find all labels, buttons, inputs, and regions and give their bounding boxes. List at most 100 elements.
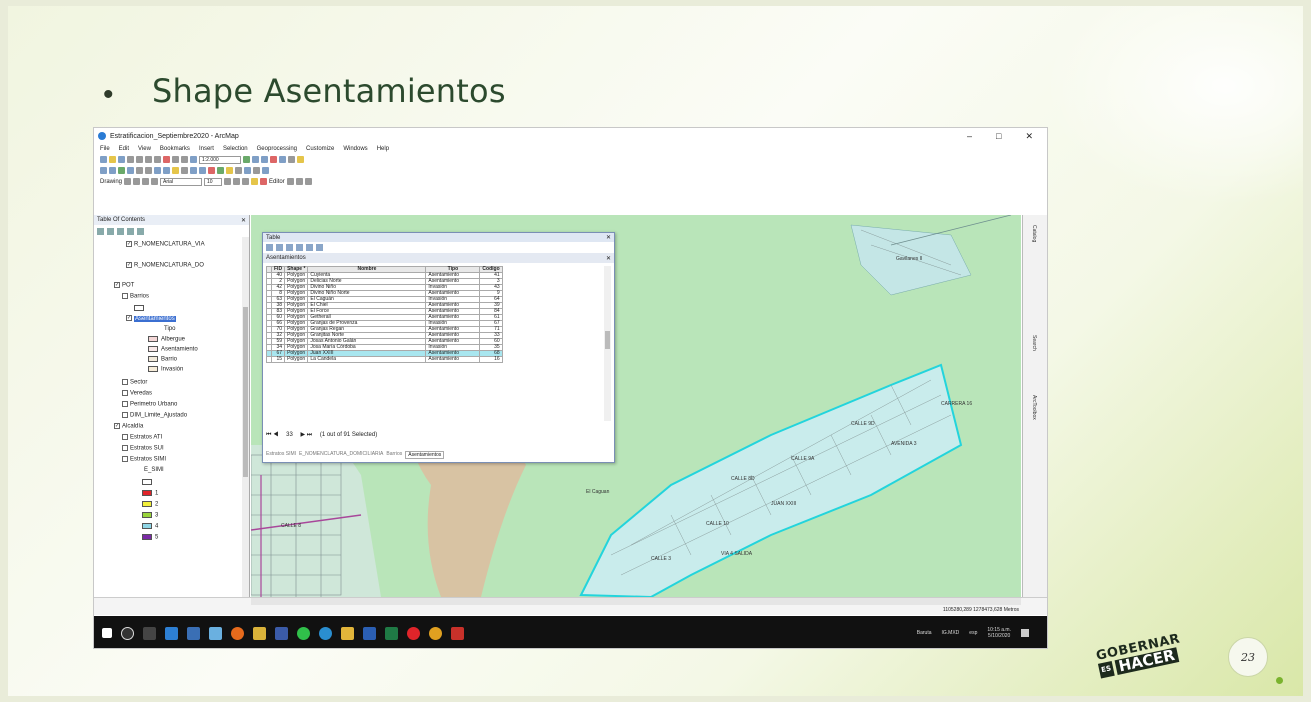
menu-view[interactable]: View xyxy=(138,146,151,152)
list-by-selection-icon[interactable] xyxy=(127,227,134,235)
toc-item[interactable]: Sector xyxy=(122,379,147,386)
prev-record-icon[interactable]: ◀ xyxy=(273,432,278,438)
open-icon[interactable] xyxy=(109,156,116,163)
add-data-icon[interactable] xyxy=(190,156,197,163)
find-icon[interactable] xyxy=(208,167,215,174)
dock-tab[interactable]: ArcToolbox xyxy=(1031,395,1037,420)
undo-icon[interactable] xyxy=(172,156,179,163)
select-by-attributes-icon[interactable] xyxy=(286,244,293,251)
bold-icon[interactable] xyxy=(224,178,232,185)
menu-help[interactable]: Help xyxy=(377,146,389,152)
checkbox-icon[interactable] xyxy=(122,434,128,440)
checkbox-icon[interactable] xyxy=(122,412,128,418)
rectangle-icon[interactable] xyxy=(142,178,150,185)
menu-edit[interactable]: Edit xyxy=(119,146,129,152)
windows-start-icon[interactable] xyxy=(102,628,112,638)
search-icon[interactable] xyxy=(121,626,134,640)
toc-item[interactable]: ✓ R_NOMENCLATURA_DO xyxy=(126,262,204,269)
toc-item-selected[interactable]: ✓ Asentamientos xyxy=(126,315,176,322)
arctoolbox-icon[interactable] xyxy=(279,156,286,163)
switch-selection-icon[interactable] xyxy=(296,244,303,251)
swipe-icon[interactable] xyxy=(262,167,269,174)
mail-icon[interactable] xyxy=(187,626,200,640)
checkbox-checked-icon[interactable]: ✓ xyxy=(126,315,132,321)
back-icon[interactable] xyxy=(154,167,161,174)
paste-icon[interactable] xyxy=(154,156,161,163)
table-options-icon[interactable] xyxy=(266,244,273,251)
toc-item[interactable]: Barrios xyxy=(122,293,149,300)
identify-icon[interactable] xyxy=(199,167,206,174)
font-select[interactable]: Arial xyxy=(160,177,203,186)
arcmap-icon[interactable] xyxy=(319,626,332,640)
checkbox-checked-icon[interactable]: ✓ xyxy=(114,282,120,288)
pan-icon[interactable] xyxy=(118,167,125,174)
fixed-zoom-in-icon[interactable] xyxy=(136,167,143,174)
powerpoint-icon[interactable] xyxy=(451,626,464,640)
toc-item[interactable]: DIM_Limite_Ajustado xyxy=(122,412,187,419)
list-by-drawing-order-icon[interactable] xyxy=(97,227,104,235)
checkbox-icon[interactable] xyxy=(122,445,128,451)
menu-insert[interactable]: Insert xyxy=(199,146,214,152)
editor-toolbar-icon[interactable] xyxy=(243,156,250,163)
options-icon[interactable] xyxy=(137,227,144,235)
modelbuilder-icon[interactable] xyxy=(297,156,304,163)
rotate-icon[interactable] xyxy=(133,178,141,185)
menu-windows[interactable]: Windows xyxy=(343,146,367,152)
close-icon[interactable]: ✕ xyxy=(606,234,611,241)
time-slider-icon[interactable] xyxy=(235,167,242,174)
toc-item[interactable]: Estratos SIMI xyxy=(122,456,166,463)
menu-bookmarks[interactable]: Bookmarks xyxy=(160,146,190,152)
underline-icon[interactable] xyxy=(242,178,250,185)
checkbox-checked-icon[interactable]: ✓ xyxy=(126,262,132,268)
clear-selection-icon[interactable] xyxy=(181,167,188,174)
file-explorer-icon[interactable] xyxy=(341,626,354,640)
whatsapp-icon[interactable] xyxy=(297,626,310,640)
zoom-in-icon[interactable] xyxy=(100,167,107,174)
html-popup-icon[interactable] xyxy=(244,167,251,174)
tray-clock[interactable]: 10:15 a.m. 5/10/2020 xyxy=(987,627,1011,639)
scrollbar-thumb[interactable] xyxy=(243,307,248,477)
minimize-icon[interactable]: – xyxy=(967,131,972,142)
clear-selection-icon[interactable] xyxy=(306,244,313,251)
firefox-icon[interactable] xyxy=(231,626,244,640)
list-by-visibility-icon[interactable] xyxy=(117,227,124,235)
menu-selection[interactable]: Selection xyxy=(223,146,248,152)
menu-customize[interactable]: Customize xyxy=(306,146,334,152)
editor-menu[interactable]: Editor xyxy=(269,179,285,185)
tab-estratos-simi[interactable]: Estratos SIMI xyxy=(266,451,296,459)
checkbox-icon[interactable] xyxy=(122,401,128,407)
save-icon[interactable] xyxy=(118,156,125,163)
last-record-icon[interactable]: ⏭ xyxy=(307,432,312,438)
scale-box[interactable]: 1:2.000 xyxy=(199,155,241,164)
map-horizontal-scrollbar[interactable] xyxy=(251,598,1021,605)
new-icon[interactable] xyxy=(100,156,107,163)
record-number[interactable]: 33 xyxy=(286,432,293,438)
arcgis-icon[interactable] xyxy=(253,626,266,640)
store-icon[interactable] xyxy=(165,626,178,640)
edit-tool-icon[interactable] xyxy=(286,178,294,185)
weather-icon[interactable] xyxy=(209,626,222,640)
tab-asentamientos[interactable]: Asentamientos xyxy=(405,451,445,459)
redo-icon[interactable] xyxy=(181,156,188,163)
toc-item[interactable]: Estratos ATI xyxy=(122,434,162,441)
checkbox-icon[interactable] xyxy=(122,293,128,299)
cut-icon[interactable] xyxy=(136,156,143,163)
checkbox-icon[interactable] xyxy=(122,456,128,462)
checkbox-icon[interactable] xyxy=(122,390,128,396)
select-features-icon[interactable] xyxy=(172,167,179,174)
copy-icon[interactable] xyxy=(145,156,152,163)
toc-item[interactable]: ✓ POT xyxy=(114,282,134,289)
search-icon[interactable] xyxy=(270,156,277,163)
select-arrow-icon[interactable] xyxy=(124,178,132,185)
measure-icon[interactable] xyxy=(217,167,224,174)
menu-geoprocessing[interactable]: Geoprocessing xyxy=(257,146,297,152)
hyperlink-icon[interactable] xyxy=(226,167,233,174)
tray-weather[interactable]: Baruta xyxy=(917,630,932,636)
teams-icon[interactable] xyxy=(275,626,288,640)
excel-icon[interactable] xyxy=(385,626,398,640)
scrollbar-thumb[interactable] xyxy=(605,331,610,349)
close-icon[interactable]: ✕ xyxy=(1025,131,1033,142)
zoom-out-icon[interactable] xyxy=(109,167,116,174)
related-tables-icon[interactable] xyxy=(276,244,283,251)
table-scrollbar[interactable] xyxy=(604,266,611,421)
